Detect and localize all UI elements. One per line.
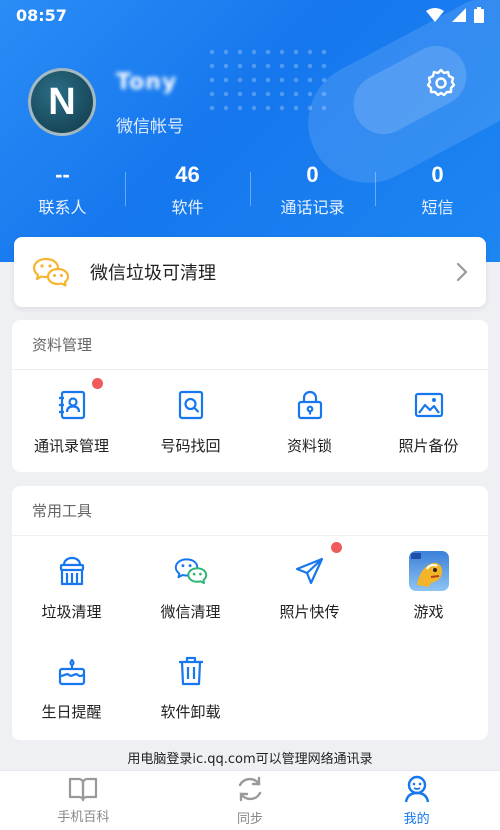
avatar-letter: N (48, 80, 76, 123)
trash-icon (178, 656, 203, 685)
battery-icon (474, 7, 484, 23)
gear-icon (426, 68, 456, 97)
number-search-icon (178, 390, 203, 419)
sync-icon (238, 776, 262, 802)
stat-value: -- (55, 162, 70, 187)
wechat-icon (174, 557, 207, 584)
nav-label: 我的 (403, 812, 430, 827)
nav-label: 同步 (237, 812, 264, 827)
game-app-icon (408, 550, 449, 591)
tool-label: 垃圾清理 (41, 602, 102, 621)
stat-label: 短信 (421, 198, 454, 217)
lock-icon (297, 390, 322, 419)
birthday-cake-icon (58, 658, 85, 685)
tool-wechat-clean[interactable]: 微信清理 (131, 536, 342, 636)
status-time: 08:57 (16, 5, 67, 25)
tool-contacts-management[interactable]: 通讯录管理 (12, 370, 131, 470)
tool-label: 软件卸载 (160, 702, 221, 721)
tool-label: 号码找回 (160, 436, 221, 455)
stat-contacts[interactable]: -- 联系人 (0, 158, 125, 228)
nav-item-phone-wiki[interactable]: 手机百科 (0, 771, 167, 830)
notification-badge (92, 378, 103, 389)
tool-games[interactable]: 游戏 (369, 536, 488, 636)
stat-value: 46 (175, 162, 200, 187)
paper-plane-icon (295, 557, 323, 584)
stat-sms[interactable]: 0 短信 (375, 158, 500, 228)
username: Tony (116, 70, 178, 95)
tool-junk-clean[interactable]: 垃圾清理 (12, 536, 131, 636)
section-title: 常用工具 (12, 486, 488, 536)
stats-row: -- 联系人 46 软件 0 通话记录 0 短信 (0, 158, 500, 228)
nav-label: 手机百科 (57, 810, 110, 825)
bottom-nav: 手机百科 同步 我的 (0, 770, 500, 830)
wechat-icon (32, 257, 70, 287)
chevron-right-icon (456, 262, 468, 282)
stat-value: 0 (431, 162, 444, 187)
tool-app-uninstall[interactable]: 软件卸载 (131, 636, 250, 736)
contacts-book-icon (58, 390, 85, 419)
account-type: 微信帐号 (116, 117, 184, 137)
common-tools-section: 常用工具 垃圾清理 微信清理 照片快传 游戏 生日提醒 软件卸载 (12, 486, 488, 740)
tool-label: 照片备份 (398, 436, 459, 455)
tool-label: 微信清理 (160, 602, 221, 621)
tool-label: 生日提醒 (41, 702, 102, 721)
status-bar: 08:57 (0, 0, 500, 30)
tool-label: 游戏 (413, 602, 444, 621)
avatar[interactable]: N (28, 68, 96, 136)
book-icon (69, 777, 98, 802)
tool-label: 通讯录管理 (33, 436, 109, 455)
stat-apps[interactable]: 46 软件 (125, 158, 250, 228)
wechat-clean-label: 微信垃圾可清理 (90, 263, 216, 284)
tool-label: 资料锁 (286, 436, 332, 455)
wechat-clean-card[interactable]: 微信垃圾可清理 (14, 237, 486, 307)
nav-item-sync[interactable]: 同步 (167, 771, 334, 830)
tool-data-lock[interactable]: 资料锁 (250, 370, 369, 470)
tool-photo-backup[interactable]: 照片备份 (369, 370, 488, 470)
settings-button[interactable] (418, 60, 464, 106)
section-title: 资料管理 (12, 320, 488, 370)
tool-photo-transfer[interactable]: 照片快传 (250, 536, 369, 636)
data-management-section: 资料管理 通讯录管理 号码找回 资料锁 照片备份 (12, 320, 488, 472)
stat-value: 0 (306, 162, 319, 187)
header-dot-pattern (205, 45, 335, 115)
wifi-icon (426, 8, 444, 22)
footer-note: 用电脑登录ic.qq.com可以管理网络通讯录 (127, 752, 373, 767)
stat-label: 软件 (171, 198, 204, 217)
status-icons (426, 7, 484, 23)
photo-icon (414, 392, 443, 417)
user-icon (404, 775, 429, 803)
stat-label: 通话记录 (280, 198, 345, 217)
tool-birthday-reminder[interactable]: 生日提醒 (12, 636, 131, 736)
nav-item-mine[interactable]: 我的 (333, 771, 500, 830)
tool-number-recovery[interactable]: 号码找回 (131, 370, 250, 470)
stat-call-log[interactable]: 0 通话记录 (250, 158, 375, 228)
broom-icon (59, 556, 84, 585)
stat-label: 联系人 (38, 198, 87, 217)
signal-icon (452, 8, 466, 22)
tool-label: 照片快传 (279, 602, 340, 621)
